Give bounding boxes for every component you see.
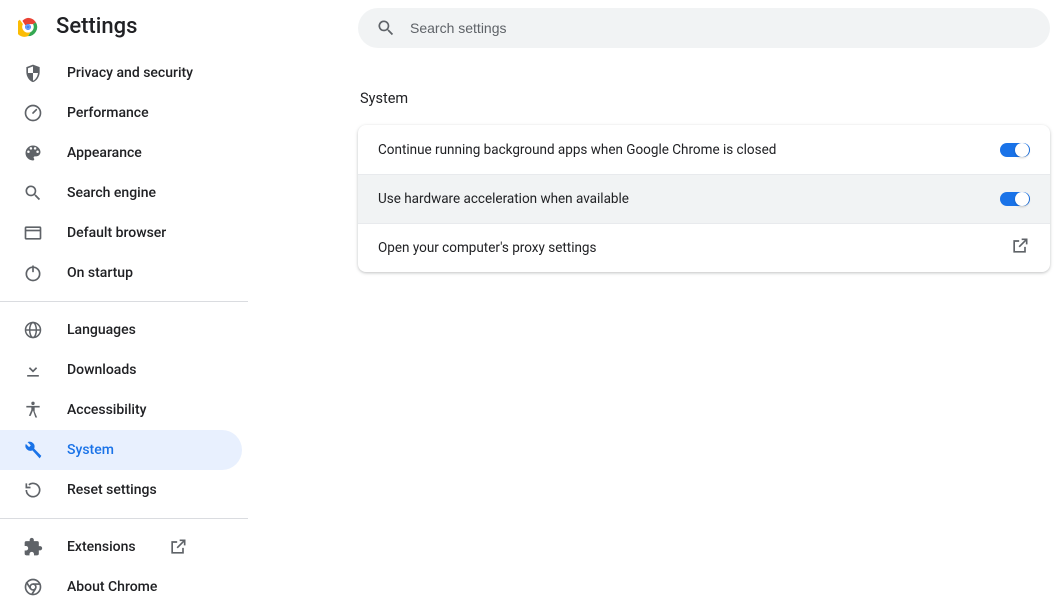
settings-section: System Continue running background apps … [358,90,1050,272]
nav-label: Accessibility [67,402,146,418]
sidebar-item-reset-settings[interactable]: Reset settings [0,470,242,510]
nav-label: System [67,442,114,458]
toggle-background-apps[interactable] [1000,143,1030,157]
sidebar-item-extensions[interactable]: Extensions [0,527,242,567]
shield-icon [23,63,43,83]
row-label: Open your computer's proxy settings [378,240,596,256]
globe-icon [23,320,43,340]
row-label: Use hardware acceleration when available [378,191,629,207]
sidebar-item-downloads[interactable]: Downloads [0,350,242,390]
sidebar-item-default-browser[interactable]: Default browser [0,213,242,253]
browser-icon [23,223,43,243]
wrench-icon [23,440,43,460]
nav-label: Languages [67,322,136,338]
sidebar-item-appearance[interactable]: Appearance [0,133,242,173]
nav-label: About Chrome [67,579,157,595]
nav-label: Reset settings [67,482,157,498]
search-bar[interactable] [358,8,1050,48]
nav-label: Performance [67,105,149,121]
sidebar-item-system[interactable]: System [0,430,242,470]
open-in-new-icon [1010,236,1030,260]
reset-icon [23,480,43,500]
speedometer-icon [23,103,43,123]
nav-label: On startup [67,265,133,281]
row-hardware-acceleration: Use hardware acceleration when available [358,174,1050,223]
sidebar-header: Settings [0,0,248,53]
app-title: Settings [56,14,137,39]
power-icon [23,263,43,283]
sidebar-item-languages[interactable]: Languages [0,310,242,350]
section-title: System [360,90,1050,107]
sidebar: Settings Privacy and security Performanc… [0,0,248,602]
system-card: Continue running background apps when Go… [358,125,1050,272]
nav-label: Appearance [67,145,142,161]
chrome-outline-icon [23,577,43,597]
sidebar-item-about-chrome[interactable]: About Chrome [0,567,242,602]
sidebar-nav: Privacy and security Performance Appeara… [0,53,248,602]
search-input[interactable] [410,20,1032,36]
open-in-new-icon [168,537,188,557]
row-label: Continue running background apps when Go… [378,142,776,158]
toggle-hardware-acceleration[interactable] [1000,192,1030,206]
nav-divider [0,301,248,302]
sidebar-item-search-engine[interactable]: Search engine [0,173,242,213]
sidebar-item-accessibility[interactable]: Accessibility [0,390,242,430]
nav-label: Extensions [67,539,136,555]
nav-label: Privacy and security [67,65,193,81]
sidebar-item-on-startup[interactable]: On startup [0,253,242,293]
nav-divider [0,518,248,519]
extension-icon [23,537,43,557]
nav-label: Downloads [67,362,136,378]
search-icon [376,18,396,38]
sidebar-item-privacy-and-security[interactable]: Privacy and security [0,53,242,93]
sidebar-item-performance[interactable]: Performance [0,93,242,133]
search-icon [23,183,43,203]
chrome-logo-icon [18,17,38,37]
accessibility-icon [23,400,43,420]
row-proxy-settings[interactable]: Open your computer's proxy settings [358,223,1050,272]
nav-label: Default browser [67,225,166,241]
main-content: System Continue running background apps … [248,0,1058,602]
nav-label: Search engine [67,185,156,201]
palette-icon [23,143,43,163]
row-background-apps: Continue running background apps when Go… [358,125,1050,174]
download-icon [23,360,43,380]
